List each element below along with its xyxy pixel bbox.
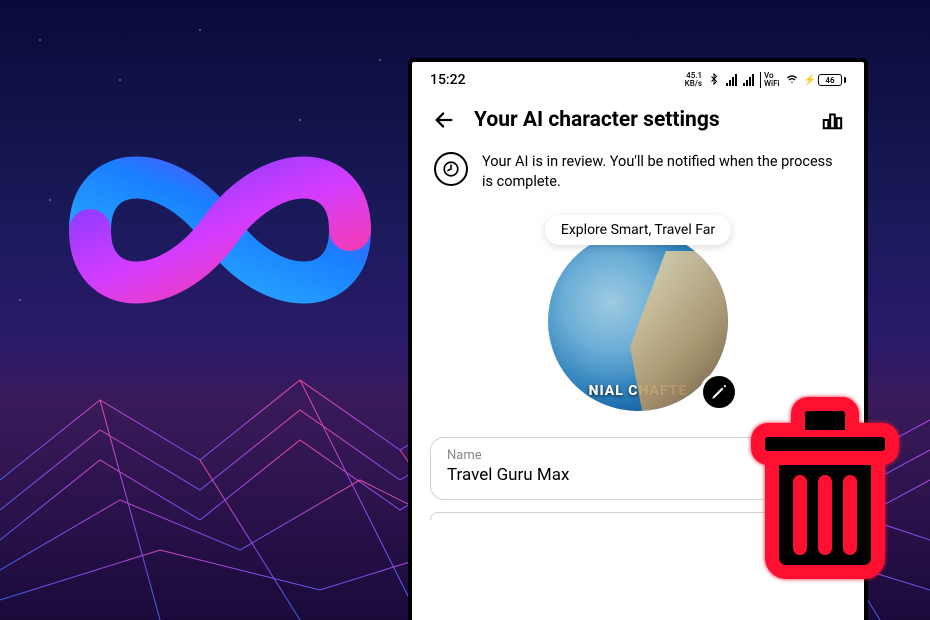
trash-icon — [740, 390, 910, 580]
bluetooth-icon — [708, 73, 720, 88]
back-button[interactable] — [430, 106, 458, 134]
status-indicators: 45.1 KB/s Vo WiFi ⚡ 46 — [685, 72, 846, 88]
status-bar: 15:22 45.1 KB/s Vo WiFi — [412, 62, 864, 94]
cell-signal-icon — [726, 74, 737, 86]
edit-avatar-button[interactable] — [700, 373, 738, 411]
meta-logo-icon — [60, 120, 380, 340]
stats-button[interactable] — [818, 106, 846, 134]
review-notice: Your AI is in review. You'll be notified… — [412, 146, 864, 207]
tagline-chip: Explore Smart, Travel Far — [545, 215, 731, 245]
charging-icon: ⚡ — [804, 75, 816, 86]
cell-signal-icon-2 — [743, 74, 754, 86]
status-time: 15:22 — [430, 72, 466, 88]
page-title: Your AI character settings — [474, 108, 802, 132]
name-field-value: Travel Guru Max — [447, 465, 569, 485]
clock-icon — [434, 152, 468, 186]
data-rate: 45.1 KB/s — [685, 72, 702, 88]
name-field-label: Name — [447, 448, 569, 463]
app-header: Your AI character settings — [412, 94, 864, 146]
review-notice-text: Your AI is in review. You'll be notified… — [482, 152, 842, 193]
wifi-icon — [786, 73, 798, 88]
bar-chart-icon — [821, 109, 843, 131]
pencil-icon — [710, 383, 728, 401]
vowifi-indicator: Vo WiFi — [760, 72, 780, 88]
battery-indicator: ⚡ 46 — [804, 74, 846, 86]
promo-composite: 15:22 45.1 KB/s Vo WiFi — [0, 0, 930, 620]
back-arrow-icon — [433, 109, 455, 131]
